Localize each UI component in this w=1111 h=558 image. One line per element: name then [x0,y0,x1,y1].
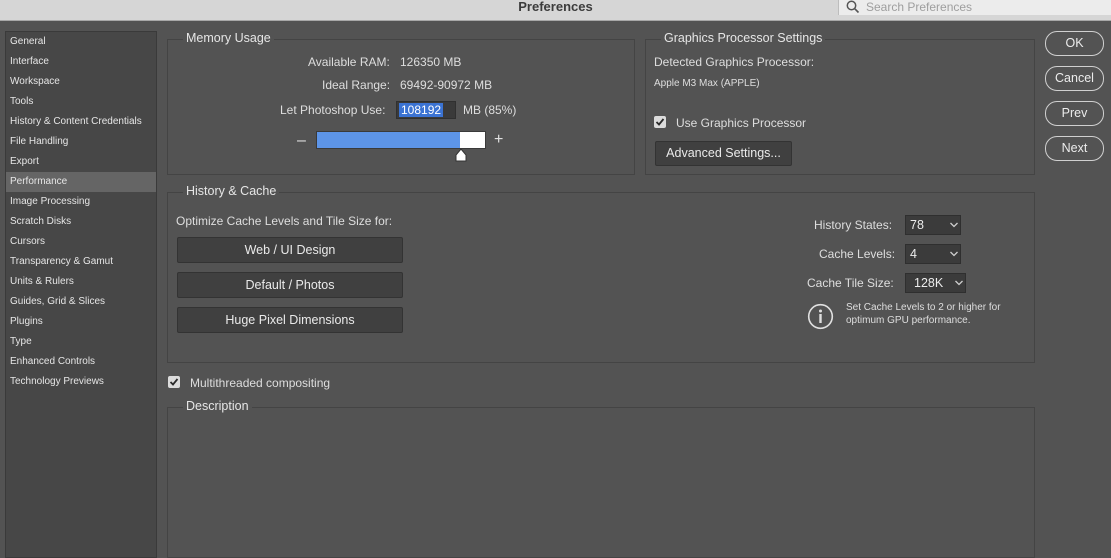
web-ui-design-button[interactable]: Web / UI Design [177,237,403,263]
title-bar: Preferences Search Preferences [0,0,1111,21]
cache-tile-size-label: Cache Tile Size: [807,276,894,290]
sidebar-item-transparency-gamut[interactable]: Transparency & Gamut [6,252,156,272]
history-states-value[interactable]: 78 [910,216,924,234]
memory-decrease-button[interactable]: – [297,133,306,149]
cache-levels-value[interactable]: 4 [910,245,917,263]
memory-increase-button[interactable]: + [494,132,503,148]
chevron-down-icon [950,251,958,257]
history-cache-title: History & Cache [183,184,280,198]
history-states-label: History States: [814,218,893,232]
preferences-sidebar: General Interface Workspace Tools Histor… [5,31,157,558]
memory-use-suffix: MB (85%) [463,103,517,117]
next-button[interactable]: Next [1045,136,1104,161]
ideal-range-label: Ideal Range: [322,78,391,92]
sidebar-item-performance[interactable]: Performance [6,172,156,192]
sidebar-item-workspace[interactable]: Workspace [6,72,156,92]
multithreaded-compositing-checkbox[interactable] [168,376,180,388]
sidebar-item-type[interactable]: Type [6,332,156,352]
memory-slider-fill [317,132,460,148]
cache-info-line-1: Set Cache Levels to 2 or higher for [846,302,1001,313]
available-ram-value: 126350 MB [400,55,462,69]
memory-use-input[interactable]: 108192 [396,101,456,119]
info-icon [807,303,834,330]
sidebar-item-tools[interactable]: Tools [6,92,156,112]
cancel-button[interactable]: Cancel [1045,66,1104,91]
search-icon [846,0,860,14]
cache-tile-size-dropdown[interactable]: 128K [905,273,966,293]
sidebar-item-guides-grid-slices[interactable]: Guides, Grid & Slices [6,292,156,312]
advanced-settings-button[interactable]: Advanced Settings... [655,141,792,166]
prev-button[interactable]: Prev [1045,101,1104,126]
ok-button[interactable]: OK [1045,31,1104,56]
graphics-processor-title: Graphics Processor Settings [661,31,826,45]
detected-gpu-value: Apple M3 Max (APPLE) [654,78,760,89]
cache-info-line-2: optimum GPU performance. [846,315,971,326]
cache-levels-dropdown[interactable]: 4 [905,244,961,264]
let-photoshop-use-label: Let Photoshop Use: [280,103,386,117]
sidebar-item-history-content-credentials[interactable]: History & Content Credentials [6,112,156,132]
sidebar-item-interface[interactable]: Interface [6,52,156,72]
sidebar-item-units-rulers[interactable]: Units & Rulers [6,272,156,292]
multithreaded-compositing-label[interactable]: Multithreaded compositing [190,376,330,390]
chevron-down-icon [955,280,963,286]
memory-usage-title: Memory Usage [183,31,274,45]
use-gpu-checkbox[interactable] [654,116,666,128]
sidebar-item-file-handling[interactable]: File Handling [6,132,156,152]
sidebar-item-scratch-disks[interactable]: Scratch Disks [6,212,156,232]
checkmark-icon [655,118,665,126]
default-photos-button[interactable]: Default / Photos [177,272,403,298]
search-field[interactable]: Search Preferences [838,0,1111,15]
sidebar-item-cursors[interactable]: Cursors [6,232,156,252]
cache-tile-size-value[interactable]: 128K [914,274,943,292]
memory-use-value[interactable]: 108192 [399,103,444,117]
sidebar-item-technology-previews[interactable]: Technology Previews [6,372,156,392]
use-gpu-label[interactable]: Use Graphics Processor [676,116,806,130]
available-ram-label: Available RAM: [308,55,390,69]
memory-slider-thumb[interactable] [455,149,467,162]
sidebar-item-export[interactable]: Export [6,152,156,172]
description-group [167,407,1035,558]
ideal-range-value: 69492-90972 MB [400,78,493,92]
description-title: Description [183,399,252,413]
sidebar-item-enhanced-controls[interactable]: Enhanced Controls [6,352,156,372]
detected-gpu-label: Detected Graphics Processor: [654,55,815,69]
sidebar-item-general[interactable]: General [6,32,156,52]
memory-slider[interactable] [316,131,486,149]
checkmark-icon [169,378,179,386]
chevron-down-icon [950,222,958,228]
cache-levels-label: Cache Levels: [819,247,896,261]
history-states-dropdown[interactable]: 78 [905,215,961,235]
sidebar-item-plugins[interactable]: Plugins [6,312,156,332]
huge-pixel-dimensions-button[interactable]: Huge Pixel Dimensions [177,307,403,333]
optimize-cache-label: Optimize Cache Levels and Tile Size for: [176,214,393,228]
sidebar-item-image-processing[interactable]: Image Processing [6,192,156,212]
search-placeholder[interactable]: Search Preferences [866,0,972,14]
